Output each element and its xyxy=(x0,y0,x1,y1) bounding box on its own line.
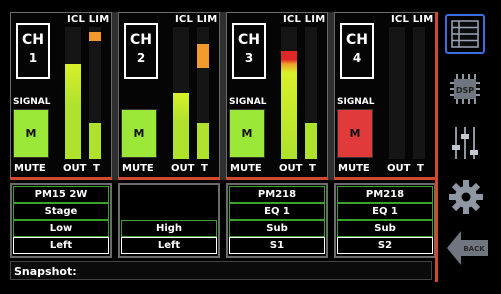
info-row-position[interactable]: S1 xyxy=(229,237,325,254)
signal-symbol: M xyxy=(241,127,253,140)
signal-mute-button[interactable]: M xyxy=(121,109,157,158)
strip-underline xyxy=(10,177,112,180)
info-row-band[interactable]: Sub xyxy=(337,220,433,237)
channel-strip-2[interactable]: ICL LIM CH 2 SIGNAL M MUTE OUT T xyxy=(118,12,220,179)
strip-underline xyxy=(118,177,220,180)
mute-label: MUTE xyxy=(14,163,46,174)
mute-label: MUTE xyxy=(338,163,370,174)
channel-number-box: CH 1 xyxy=(16,23,50,79)
info-row-band[interactable]: Sub xyxy=(229,220,325,237)
channel-info-box-2: High Left xyxy=(118,183,220,258)
channel-list-icon xyxy=(445,14,485,54)
sidebar-item-channels[interactable] xyxy=(445,14,485,54)
t-label: T xyxy=(309,163,316,174)
t-meter xyxy=(89,27,101,159)
ch-number: 3 xyxy=(244,51,254,65)
t-label: T xyxy=(417,163,424,174)
ch-label: CH xyxy=(346,32,368,48)
info-row-band[interactable]: High xyxy=(121,220,217,237)
signal-symbol: M xyxy=(349,127,361,140)
ch-label: CH xyxy=(238,32,260,48)
channel-strip-1[interactable]: ICL LIM CH 1 SIGNAL M MUTE OUT T xyxy=(10,12,112,179)
info-row-position[interactable]: S2 xyxy=(337,237,433,254)
ch-number: 1 xyxy=(28,51,38,65)
out-label: OUT xyxy=(171,163,195,174)
amp-control-screen: ICL LIM CH 1 SIGNAL M MUTE OUT T ICL LIM… xyxy=(0,0,501,294)
back-arrow-icon: BACK xyxy=(447,231,488,265)
channel-number-box: CH 4 xyxy=(340,23,374,79)
gear-icon xyxy=(449,180,483,214)
channel-number-box: CH 3 xyxy=(232,23,266,79)
snapshot-bar[interactable]: Snapshot: xyxy=(10,261,432,280)
info-row-model[interactable]: PM15 2W xyxy=(13,186,109,203)
out-meter xyxy=(281,27,297,159)
ch-number: 4 xyxy=(352,51,362,65)
signal-label: SIGNAL xyxy=(13,97,51,107)
strip-underline xyxy=(334,177,436,180)
dsp-label: DSP xyxy=(456,86,474,95)
info-row-preset[interactable]: Stage xyxy=(13,203,109,220)
mute-label: MUTE xyxy=(122,163,154,174)
ch-label: CH xyxy=(130,32,152,48)
sidebar-item-dsp[interactable]: DSP xyxy=(448,72,482,106)
signal-mute-button[interactable]: M xyxy=(337,109,373,158)
signal-mute-button[interactable]: M xyxy=(229,109,265,158)
channel-info-box-3: PM218 EQ 1 Sub S1 xyxy=(226,183,328,258)
limiter-indicator xyxy=(89,32,101,41)
info-row-model[interactable]: PM218 xyxy=(337,186,433,203)
channel-strip-4[interactable]: ICL LIM CH 4 SIGNAL M MUTE OUT T xyxy=(334,12,436,179)
icl-lim-label: ICL LIM xyxy=(175,14,218,25)
channel-number-box: CH 2 xyxy=(124,23,158,79)
sidebar-item-back[interactable]: BACK xyxy=(446,228,490,268)
fader-settings-icon xyxy=(452,127,478,159)
t-meter xyxy=(413,27,425,159)
ch-label: CH xyxy=(22,32,44,48)
channel-info-box-4: PM218 EQ 1 Sub S2 xyxy=(334,183,436,258)
out-meter xyxy=(173,27,189,159)
icl-lim-label: ICL LIM xyxy=(67,14,110,25)
back-label: BACK xyxy=(463,245,485,253)
icl-lim-label: ICL LIM xyxy=(283,14,326,25)
t-meter xyxy=(197,27,209,159)
channel-strip-3[interactable]: ICL LIM CH 3 SIGNAL M MUTE OUT T xyxy=(226,12,328,179)
sidebar-item-settings[interactable] xyxy=(448,179,484,215)
out-label: OUT xyxy=(63,163,87,174)
icl-lim-label: ICL LIM xyxy=(391,14,434,25)
channel-info-box-1: PM15 2W Stage Low Left xyxy=(10,183,112,258)
out-label: OUT xyxy=(279,163,303,174)
info-row-preset[interactable]: EQ 1 xyxy=(229,203,325,220)
signal-symbol: M xyxy=(25,127,37,140)
signal-label: SIGNAL xyxy=(337,97,375,107)
out-label: OUT xyxy=(387,163,411,174)
t-label: T xyxy=(201,163,208,174)
signal-symbol: M xyxy=(133,127,145,140)
info-row-preset[interactable]: EQ 1 xyxy=(337,203,433,220)
info-row-position[interactable]: Left xyxy=(13,237,109,254)
info-row-position[interactable]: Left xyxy=(121,237,217,254)
sidebar-item-faders[interactable] xyxy=(448,125,482,161)
signal-mute-button[interactable]: M xyxy=(13,109,49,158)
info-row-model[interactable]: PM218 xyxy=(229,186,325,203)
info-row-band[interactable]: Low xyxy=(13,220,109,237)
mute-label: MUTE xyxy=(230,163,262,174)
out-meter xyxy=(65,27,81,159)
t-meter xyxy=(305,27,317,159)
snapshot-label: Snapshot: xyxy=(14,265,77,278)
sidebar-divider xyxy=(435,12,438,282)
t-label: T xyxy=(93,163,100,174)
ch-number: 2 xyxy=(136,51,146,65)
out-meter xyxy=(389,27,405,159)
dsp-chip-icon: DSP xyxy=(450,74,480,104)
strip-underline xyxy=(226,177,328,180)
signal-label: SIGNAL xyxy=(229,97,267,107)
